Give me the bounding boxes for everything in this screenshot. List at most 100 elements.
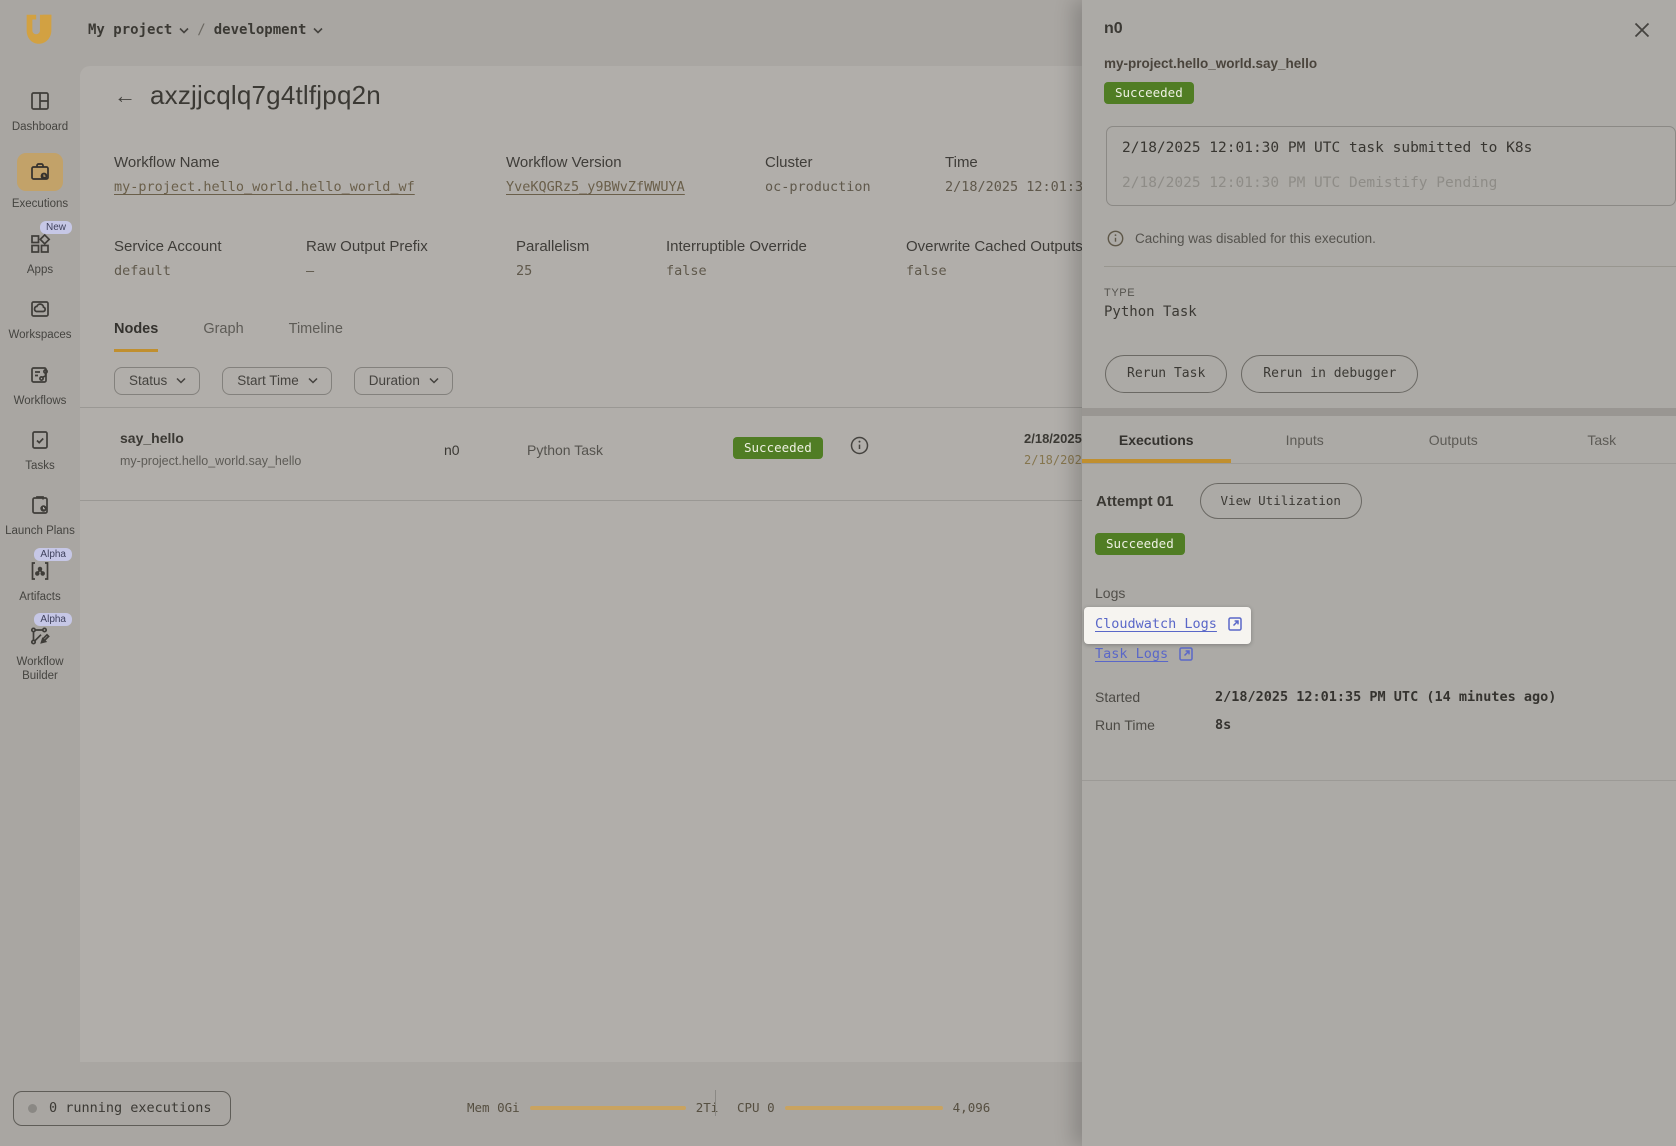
node-start-time-sub: 2/18/2025 bbox=[1024, 453, 1089, 467]
execution-id-title: axzjjcqlq7g4tlfjpq2n bbox=[150, 80, 381, 111]
rerun-task-button[interactable]: Rerun Task bbox=[1105, 355, 1227, 393]
status-badge: Succeeded bbox=[733, 437, 823, 459]
raw-output-prefix-value: – bbox=[306, 263, 428, 279]
type-label: TYPE bbox=[1104, 287, 1135, 299]
sidebar-item-label: Launch Plans bbox=[5, 524, 75, 538]
sidebar-item-label: Workflow Builder bbox=[0, 655, 80, 684]
cpu-meter-max: 4,096 bbox=[953, 1100, 991, 1115]
type-value: Python Task bbox=[1104, 304, 1197, 320]
node-task-id: my-project.hello_world.say_hello bbox=[120, 454, 301, 468]
sidebar-item-launch-plans[interactable]: Launch Plans bbox=[0, 492, 80, 538]
started-label: Started bbox=[1095, 689, 1215, 705]
apps-icon bbox=[27, 231, 53, 257]
cpu-meter: CPU 0 4,096 bbox=[737, 1100, 990, 1115]
panel-splitter-handle[interactable] bbox=[1082, 408, 1676, 416]
view-utilization-button[interactable]: View Utilization bbox=[1200, 483, 1362, 519]
sidebar-item-label: Dashboard bbox=[12, 120, 68, 134]
project-selector[interactable]: My project bbox=[88, 22, 189, 38]
workflow-name-value[interactable]: my-project.hello_world.hello_world_wf bbox=[114, 179, 415, 195]
sidebar-item-apps[interactable]: New Apps bbox=[0, 231, 80, 277]
chevron-down-icon bbox=[429, 377, 439, 384]
union-logo-icon[interactable] bbox=[20, 11, 58, 53]
dashboard-icon bbox=[27, 88, 53, 114]
attempt-label: Attempt 01 bbox=[1096, 493, 1174, 510]
rerun-in-debugger-button[interactable]: Rerun in debugger bbox=[1241, 355, 1418, 393]
workflow-version-value[interactable]: YveKQGRz5_y9BWvZfWWUYA bbox=[506, 179, 685, 195]
duration-filter-label: Duration bbox=[369, 373, 420, 388]
start-time-filter[interactable]: Start Time bbox=[222, 367, 332, 395]
sidebar-item-workflow-builder[interactable]: Alpha Workflow Builder bbox=[0, 623, 80, 684]
environment-selector[interactable]: development bbox=[214, 22, 324, 38]
interruptible-override-label: Interruptible Override bbox=[666, 238, 807, 255]
running-executions-count: 0 running executions bbox=[49, 1100, 212, 1116]
panel-tab-executions[interactable]: Executions bbox=[1082, 416, 1231, 464]
run-time-label: Run Time bbox=[1095, 717, 1215, 733]
status-filter[interactable]: Status bbox=[114, 367, 200, 395]
overwrite-cached-outputs-label: Overwrite Cached Outputs bbox=[906, 238, 1083, 255]
service-account-value: default bbox=[114, 263, 222, 279]
panel-task-id: my-project.hello_world.say_hello bbox=[1104, 56, 1317, 71]
external-link-icon bbox=[1227, 616, 1243, 632]
duration-filter[interactable]: Duration bbox=[354, 367, 453, 395]
sidebar-item-workflows[interactable]: Workflows bbox=[0, 362, 80, 408]
tasks-icon bbox=[27, 427, 53, 453]
task-logs-label: Task Logs bbox=[1095, 646, 1168, 662]
raw-output-prefix-label: Raw Output Prefix bbox=[306, 238, 428, 255]
event-log-line: 2/18/2025 12:01:30 PM UTC Demistify Pend… bbox=[1122, 175, 1497, 191]
memory-meter-label: Mem 0Gi bbox=[467, 1100, 520, 1115]
workflow-version-label: Workflow Version bbox=[506, 154, 685, 171]
breadcrumb-separator: / bbox=[197, 22, 205, 38]
workflow-builder-icon bbox=[27, 623, 53, 649]
sidebar-item-label: Workflows bbox=[14, 394, 67, 408]
interruptible-override-value: false bbox=[666, 263, 807, 279]
sidebar-item-label: Apps bbox=[27, 263, 53, 277]
cloudwatch-logs-label: Cloudwatch Logs bbox=[1095, 616, 1217, 632]
memory-meter-bar bbox=[530, 1106, 686, 1110]
workflows-icon bbox=[27, 362, 53, 388]
node-detail-panel: n0 my-project.hello_world.say_hello Succ… bbox=[1082, 0, 1676, 1146]
cluster-value: oc-production bbox=[765, 179, 871, 195]
tab-timeline[interactable]: Timeline bbox=[289, 321, 343, 352]
artifacts-icon bbox=[27, 558, 53, 584]
start-time-filter-label: Start Time bbox=[237, 373, 299, 388]
sidebar-item-executions[interactable]: Executions bbox=[0, 153, 80, 211]
panel-tab-bar: Executions Inputs Outputs Task bbox=[1082, 416, 1676, 464]
sidebar-item-workspaces[interactable]: Workspaces bbox=[0, 296, 80, 342]
external-link-icon bbox=[1178, 646, 1194, 662]
launch-plans-icon bbox=[27, 492, 53, 518]
panel-node-title: n0 bbox=[1104, 20, 1123, 38]
running-executions-pill[interactable]: 0 running executions bbox=[13, 1091, 231, 1126]
chevron-down-icon bbox=[179, 27, 189, 34]
meter-divider bbox=[715, 1090, 716, 1116]
cloudwatch-logs-link[interactable]: Cloudwatch Logs bbox=[1095, 616, 1243, 632]
main-tab-bar: Nodes Graph Timeline bbox=[114, 321, 343, 352]
started-value: 2/18/2025 12:01:35 PM UTC (14 minutes ag… bbox=[1215, 689, 1556, 705]
sidebar-item-label: Tasks bbox=[25, 459, 54, 473]
node-task-type: Python Task bbox=[527, 442, 603, 458]
run-time-value: 8s bbox=[1215, 717, 1231, 733]
chevron-down-icon bbox=[308, 377, 318, 384]
info-icon[interactable] bbox=[850, 436, 869, 455]
parallelism-value: 25 bbox=[516, 263, 589, 279]
alpha-badge: Alpha bbox=[34, 548, 72, 561]
sidebar-item-dashboard[interactable]: Dashboard bbox=[0, 88, 80, 134]
sidebar-item-label: Workspaces bbox=[8, 328, 71, 342]
tab-nodes[interactable]: Nodes bbox=[114, 321, 158, 352]
sidebar-nav: Dashboard Executions New Apps Workspaces bbox=[0, 66, 80, 1146]
tab-graph[interactable]: Graph bbox=[203, 321, 243, 352]
task-logs-link[interactable]: Task Logs bbox=[1095, 646, 1194, 662]
panel-tab-outputs[interactable]: Outputs bbox=[1379, 416, 1528, 464]
panel-tab-inputs[interactable]: Inputs bbox=[1231, 416, 1380, 464]
back-arrow-icon[interactable]: ← bbox=[114, 85, 136, 107]
caching-note-text: Caching was disabled for this execution. bbox=[1135, 231, 1376, 246]
environment-name: development bbox=[214, 22, 307, 38]
executions-icon bbox=[17, 153, 63, 191]
sidebar-item-tasks[interactable]: Tasks bbox=[0, 427, 80, 473]
workflow-name-label: Workflow Name bbox=[114, 154, 415, 171]
sidebar-item-artifacts[interactable]: Alpha Artifacts bbox=[0, 558, 80, 604]
panel-tab-task[interactable]: Task bbox=[1528, 416, 1676, 464]
close-icon[interactable] bbox=[1632, 20, 1652, 40]
memory-meter: Mem 0Gi 2Ti bbox=[467, 1100, 718, 1115]
divider bbox=[1104, 266, 1676, 267]
alpha-badge: Alpha bbox=[34, 613, 72, 626]
